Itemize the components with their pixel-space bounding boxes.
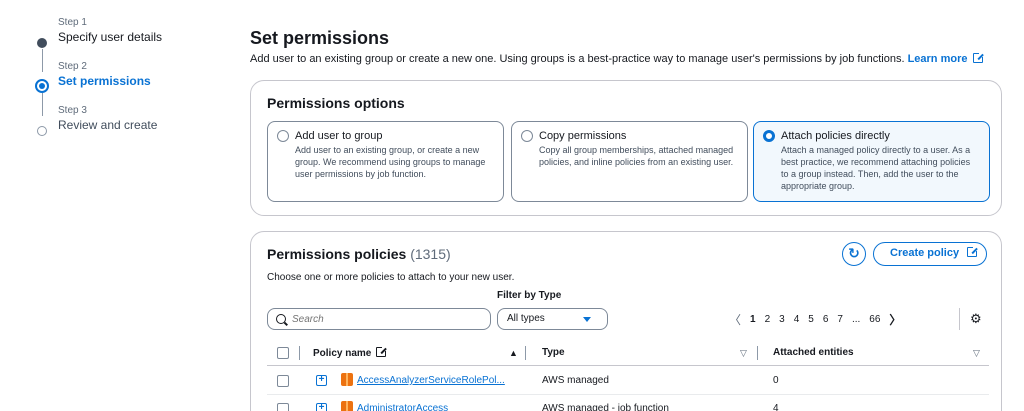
learn-more-label: Learn more — [907, 53, 968, 65]
permissions-policies-title: Permissions policies (1315) — [267, 246, 451, 262]
refresh-button[interactable]: ↻ — [842, 242, 866, 266]
step-label: Specify user details — [58, 30, 163, 44]
row-checkbox[interactable] — [277, 403, 289, 411]
row-checkbox[interactable] — [277, 375, 289, 387]
option-title: Attach policies directly — [781, 130, 890, 142]
option-description: Copy all group memberships, attached man… — [539, 145, 734, 167]
page-description-text: Add user to an existing group or create … — [250, 53, 905, 65]
attached-entities: 0 — [773, 375, 779, 386]
page-1[interactable]: 1 — [750, 314, 756, 325]
column-attached-entities[interactable]: Attached entities — [773, 347, 854, 358]
policy-name-link[interactable]: AccessAnalyzerServiceRolePol... — [357, 375, 505, 386]
page-ellipsis: ... — [851, 314, 861, 325]
column-type[interactable]: Type — [542, 347, 565, 358]
search-input[interactable] — [292, 313, 472, 325]
table-row[interactable]: + AdministratorAccess AWS managed - job … — [267, 395, 989, 411]
expand-icon[interactable]: + — [316, 375, 327, 386]
attached-entities: 4 — [773, 403, 779, 411]
step-complete-icon — [37, 38, 47, 48]
column-separator — [525, 346, 526, 360]
policies-title-text: Permissions policies — [267, 246, 407, 262]
page-66[interactable]: 66 — [869, 314, 880, 325]
option-title: Copy permissions — [539, 130, 627, 142]
column-separator — [299, 346, 300, 360]
permissions-policies-panel: Permissions policies (1315) ↻ Create pol… — [250, 231, 1002, 411]
step-pending-icon — [37, 126, 47, 136]
type-filter-value: All types — [507, 313, 545, 324]
external-link-icon — [376, 347, 387, 357]
page-3[interactable]: 3 — [779, 314, 785, 325]
step-number: Step 3 — [58, 105, 87, 116]
permissions-options-panel: Permissions options Add user to group Ad… — [250, 80, 1002, 216]
search-box[interactable] — [267, 308, 491, 330]
page-5[interactable]: 5 — [808, 314, 814, 325]
create-policy-button[interactable]: Create policy — [873, 242, 987, 266]
step-label: Review and create — [58, 118, 158, 132]
step-number: Step 2 — [58, 61, 87, 72]
option-add-user-to-group[interactable]: Add user to group Add user to an existin… — [267, 121, 504, 202]
step-number: Step 1 — [58, 17, 87, 28]
prev-page-button[interactable]: 〈 — [729, 311, 741, 328]
step-2: Step 2 Set permissions — [32, 60, 232, 104]
page-4[interactable]: 4 — [794, 314, 800, 325]
policy-name-link[interactable]: AdministratorAccess — [357, 403, 448, 411]
gear-icon[interactable]: ⚙ — [970, 312, 983, 325]
permissions-options-title: Permissions options — [267, 95, 405, 111]
expand-icon[interactable]: + — [316, 403, 327, 411]
radio-button[interactable] — [277, 130, 289, 142]
policies-count: (1315) — [410, 246, 451, 262]
option-description: Attach a managed policy directly to a us… — [781, 145, 971, 191]
filter-by-type-label: Filter by Type — [497, 290, 562, 301]
aws-managed-icon — [341, 373, 353, 386]
column-policy-name[interactable]: Policy name — [313, 347, 387, 359]
pagination: 〈 1 2 3 4 5 6 7 ... 66 〉 — [729, 311, 901, 328]
table-row[interactable]: + AccessAnalyzerServiceRolePol... AWS ma… — [267, 367, 989, 395]
option-copy-permissions[interactable]: Copy permissions Copy all group membersh… — [511, 121, 748, 202]
caret-down-icon — [583, 317, 591, 322]
radio-button[interactable] — [521, 130, 533, 142]
option-attach-policies-directly[interactable]: Attach policies directly Attach a manage… — [753, 121, 990, 202]
policy-type: AWS managed - job function — [542, 403, 669, 411]
external-link-icon — [972, 53, 983, 63]
external-link-icon — [967, 247, 978, 257]
step-1[interactable]: Step 1 Specify user details — [32, 16, 232, 60]
policies-description: Choose one or more policies to attach to… — [267, 272, 515, 283]
step-label: Set permissions — [58, 74, 151, 88]
step-current-icon — [35, 79, 49, 93]
table-header: Policy name ▲ Type ▽ Attached entities ▽ — [267, 340, 989, 366]
option-description: Add user to an existing group, or create… — [295, 145, 486, 179]
search-icon — [276, 314, 286, 324]
page-title: Set permissions — [250, 28, 390, 48]
sort-ascending-icon[interactable]: ▲ — [509, 348, 518, 358]
learn-more-link[interactable]: Learn more — [908, 53, 983, 65]
aws-managed-icon — [341, 401, 353, 411]
column-separator — [757, 346, 758, 360]
page-2[interactable]: 2 — [765, 314, 771, 325]
pagination-divider — [959, 308, 960, 330]
next-page-button[interactable]: 〉 — [889, 311, 901, 328]
page-6[interactable]: 6 — [823, 314, 829, 325]
type-filter-select[interactable]: All types — [497, 308, 608, 330]
radio-button-selected[interactable] — [763, 130, 775, 142]
create-policy-label: Create policy — [890, 247, 960, 259]
column-label: Policy name — [313, 348, 372, 359]
page-7[interactable]: 7 — [837, 314, 843, 325]
step-3: Step 3 Review and create — [32, 104, 232, 148]
sort-icon[interactable]: ▽ — [740, 348, 747, 359]
option-title: Add user to group — [295, 130, 383, 142]
sort-icon[interactable]: ▽ — [973, 348, 980, 359]
refresh-icon: ↻ — [848, 245, 860, 261]
policy-type: AWS managed — [542, 375, 609, 386]
wizard-steps: Step 1 Specify user details Step 2 Set p… — [32, 16, 232, 148]
page-description: Add user to an existing group or create … — [250, 53, 983, 65]
select-all-checkbox[interactable] — [277, 347, 289, 359]
